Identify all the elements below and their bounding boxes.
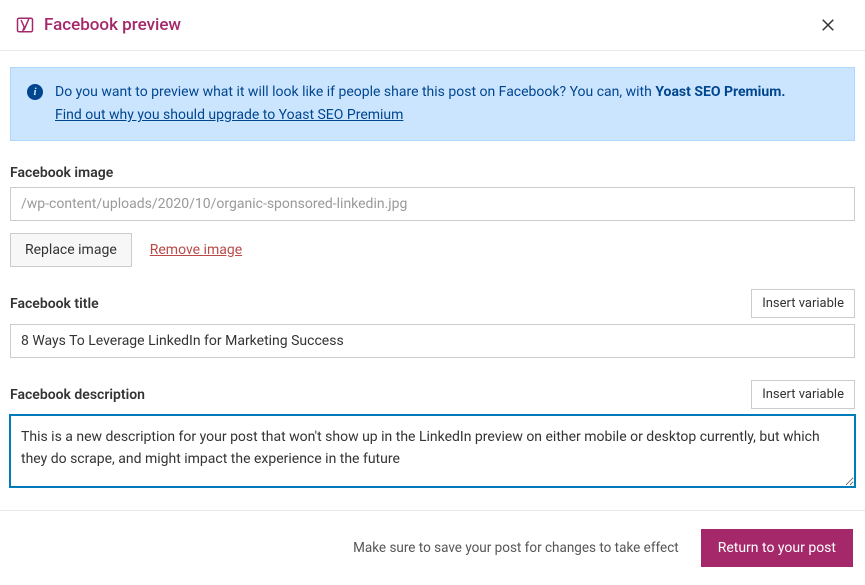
alert-text-prefix: Do you want to preview what it will look… [55,84,655,100]
close-icon [819,16,837,34]
description-label: Facebook description [10,387,145,403]
modal-header: Facebook preview [0,0,865,51]
alert-content: Do you want to preview what it will look… [55,82,785,126]
close-button[interactable] [815,12,841,38]
facebook-preview-modal: Facebook preview i Do you want to previe… [0,0,865,585]
title-input[interactable] [10,324,855,358]
header-left: Facebook preview [16,15,181,35]
title-row: Facebook title Insert variable [10,289,855,318]
footer-hint: Make sure to save your post for changes … [353,540,679,556]
image-path-input[interactable] [10,187,855,221]
description-group: Facebook description Insert variable Thi… [10,380,855,491]
upsell-alert: i Do you want to preview what it will lo… [10,67,855,141]
replace-image-button[interactable]: Replace image [10,233,132,267]
info-icon: i [27,84,43,100]
alert-text-bold: Yoast SEO Premium. [655,84,785,100]
return-button[interactable]: Return to your post [701,529,853,567]
title-group: Facebook title Insert variable [10,289,855,358]
description-textarea[interactable]: This is a new description for your post … [10,415,855,487]
description-insert-variable-button[interactable]: Insert variable [751,380,855,409]
modal-footer: Make sure to save your post for changes … [0,510,865,585]
image-actions: Replace image Remove image [10,233,855,267]
modal-body: i Do you want to preview what it will lo… [0,51,865,510]
title-label: Facebook title [10,296,99,312]
image-group: Facebook image Replace image Remove imag… [10,165,855,267]
modal-title: Facebook preview [44,15,181,35]
alert-text: Do you want to preview what it will look… [55,84,785,100]
upgrade-link[interactable]: Find out why you should upgrade to Yoast… [55,105,785,126]
remove-image-link[interactable]: Remove image [150,242,242,258]
description-row: Facebook description Insert variable [10,380,855,409]
image-label: Facebook image [10,165,855,181]
title-insert-variable-button[interactable]: Insert variable [751,289,855,318]
yoast-icon [16,16,34,34]
